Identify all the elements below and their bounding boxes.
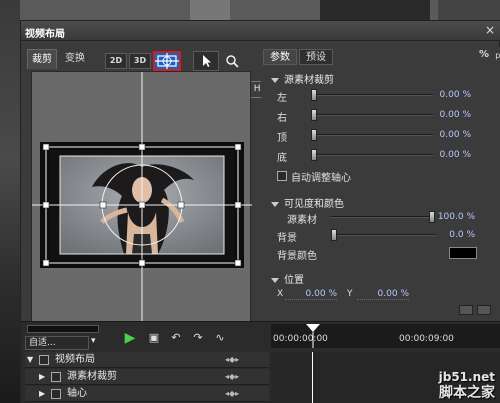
track-label: 视频布局: [55, 354, 95, 365]
tab-transform[interactable]: 变换: [61, 49, 89, 69]
section-visibility[interactable]: 可见度和颜色: [271, 195, 344, 210]
keyframe-nav-icon[interactable]: ◂◆▸: [225, 386, 239, 402]
unit-px[interactable]: px: [495, 51, 500, 60]
crop-right-slider[interactable]: [311, 109, 433, 121]
track-checkbox[interactable]: [39, 355, 49, 365]
track-label: 源素材裁剪: [67, 371, 117, 382]
zoom-button[interactable]: [223, 53, 241, 69]
3d-button[interactable]: 3D: [129, 53, 151, 69]
playhead-icon[interactable]: [305, 324, 321, 348]
comment-icon[interactable]: ▣: [145, 330, 163, 346]
2d-button[interactable]: 2D: [105, 53, 127, 69]
unit-percent[interactable]: %: [479, 49, 489, 60]
background-left: [0, 0, 20, 403]
tab-crop[interactable]: 裁剪: [27, 49, 57, 69]
keyframe-nav-icon[interactable]: ◂◆▸: [225, 352, 239, 368]
crop-right-value[interactable]: 0.00 %: [417, 110, 471, 120]
position-x-value[interactable]: 0.00 %: [285, 289, 337, 300]
crop-right-label: 右: [277, 113, 287, 124]
background-color-label: 背景颜色: [277, 251, 317, 262]
timeline-ruler[interactable]: 00:00:00:00 00:00:09:00: [271, 324, 500, 348]
background-top: [20, 0, 500, 20]
guides-icon: [155, 53, 179, 69]
collapse-icon: [271, 201, 279, 207]
video-layout-window: 视频布局 × 裁剪 变换 2D 3D 显示指示线(Ctrl + H): [20, 20, 500, 403]
collapse-icon: [271, 277, 279, 283]
close-icon[interactable]: ×: [483, 23, 497, 37]
crop-top-label: 顶: [277, 133, 287, 144]
ruler-end-time: 00:00:09:00: [399, 334, 454, 344]
expand-icon[interactable]: ▶: [39, 369, 45, 385]
tab-parameters[interactable]: 参数: [263, 49, 297, 65]
select-tool-button[interactable]: [193, 51, 219, 71]
cursor-icon: [203, 55, 211, 67]
zoom-scrollbar[interactable]: [27, 325, 99, 333]
section-visibility-title: 可见度和颜色: [284, 199, 344, 210]
chevron-down-icon[interactable]: ▾: [91, 336, 96, 346]
expand-icon[interactable]: ▼: [27, 352, 33, 368]
crop-top-value[interactable]: 0.00 %: [417, 130, 471, 140]
crop-left-value[interactable]: 0.00 %: [417, 90, 471, 100]
watermark-name: 脚本之家: [439, 385, 495, 401]
background-color-swatch[interactable]: [449, 247, 477, 259]
titlebar: 视频布局 ×: [21, 21, 500, 41]
show-guides-button[interactable]: [153, 51, 181, 71]
track-row[interactable]: ▼ 视频布局 ◂◆▸: [25, 352, 269, 368]
crop-bottom-value[interactable]: 0.00 %: [417, 150, 471, 160]
track-row[interactable]: ▶ 源素材裁剪 ◂◆▸: [25, 369, 269, 385]
crop-left-label: 左: [277, 93, 287, 104]
scroll-down-button[interactable]: [459, 305, 473, 315]
redo-icon[interactable]: ↷: [189, 330, 207, 346]
source-opacity-slider[interactable]: [331, 211, 435, 223]
collapse-icon: [271, 77, 279, 83]
scroll-end-button[interactable]: [477, 305, 491, 315]
background-label: 背景: [277, 233, 297, 244]
position-x-label: X: [277, 289, 284, 299]
play-icon[interactable]: ▶: [121, 330, 139, 346]
window-title: 视频布局: [25, 29, 65, 40]
zoom-dropdown[interactable]: 自适...: [25, 336, 89, 350]
position-y-label: Y: [347, 289, 353, 299]
section-position-title: 位置: [284, 275, 304, 286]
source-label: 源素材: [287, 215, 317, 226]
section-position[interactable]: 位置: [271, 271, 304, 286]
crop-bottom-slider[interactable]: [311, 149, 433, 161]
parameters-panel: 参数 预设 % px 源素材裁剪 左 0.00 % 右 0.00 % 顶 0.0…: [261, 47, 500, 337]
zoom-dropdown-value: 自适...: [29, 338, 56, 348]
undo-icon[interactable]: ↶: [167, 330, 185, 346]
section-crop-title: 源素材裁剪: [284, 75, 334, 86]
crop-left-slider[interactable]: [311, 89, 433, 101]
auto-axis-label: 自动调整轴心: [291, 173, 351, 184]
crop-bottom-label: 底: [277, 153, 287, 164]
track-checkbox[interactable]: [51, 389, 61, 399]
expand-icon[interactable]: ▶: [39, 386, 45, 402]
background-opacity-slider[interactable]: [331, 229, 435, 241]
magnifier-icon: [226, 55, 239, 68]
timeline-area: 自适... ▾ ▶ ▣ ↶ ↷ ∿ 00:00:00:00 00:00:09:0…: [21, 321, 500, 403]
track-label: 轴心: [67, 388, 87, 399]
source-opacity-value[interactable]: 100.0 %: [421, 212, 475, 222]
graph-icon[interactable]: ∿: [211, 330, 229, 346]
auto-axis-checkbox[interactable]: [277, 171, 287, 181]
tab-presets[interactable]: 预设: [299, 49, 333, 65]
section-crop[interactable]: 源素材裁剪: [271, 71, 334, 86]
keyframe-nav-icon[interactable]: ◂◆▸: [225, 369, 239, 385]
preview-image: [32, 72, 252, 332]
background-opacity-value[interactable]: 0.0 %: [421, 230, 475, 240]
track-row[interactable]: ▶ 轴心 ◂◆▸: [25, 386, 269, 402]
preview-canvas[interactable]: [31, 71, 252, 332]
crop-top-slider[interactable]: [311, 129, 433, 141]
position-y-value[interactable]: 0.00 %: [357, 289, 409, 300]
track-checkbox[interactable]: [51, 372, 61, 382]
